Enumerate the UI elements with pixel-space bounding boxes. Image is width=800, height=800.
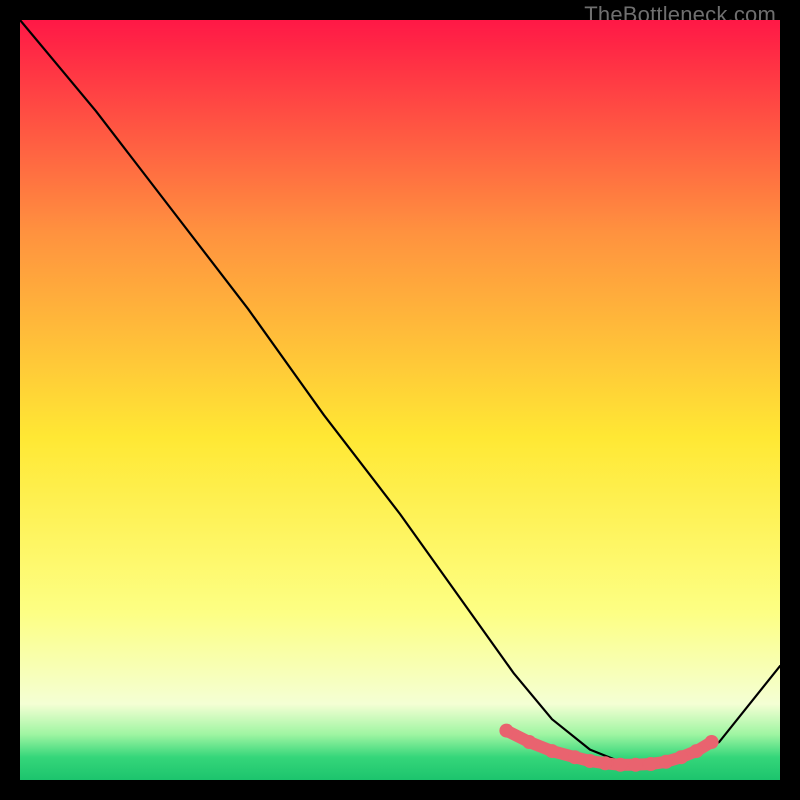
gradient-background [20, 20, 780, 780]
marker-dot [598, 756, 612, 770]
marker-dot [499, 724, 513, 738]
marker-dot [659, 755, 673, 769]
bottleneck-chart [20, 20, 780, 780]
marker-dot [674, 750, 688, 764]
marker-dot [545, 744, 559, 758]
marker-dot [705, 735, 719, 749]
marker-dot [629, 758, 643, 772]
marker-dot [583, 754, 597, 768]
chart-frame [20, 20, 780, 780]
marker-dot [644, 757, 658, 771]
marker-dot [689, 744, 703, 758]
marker-dot [522, 735, 536, 749]
marker-dot [568, 750, 582, 764]
marker-dot [613, 758, 627, 772]
